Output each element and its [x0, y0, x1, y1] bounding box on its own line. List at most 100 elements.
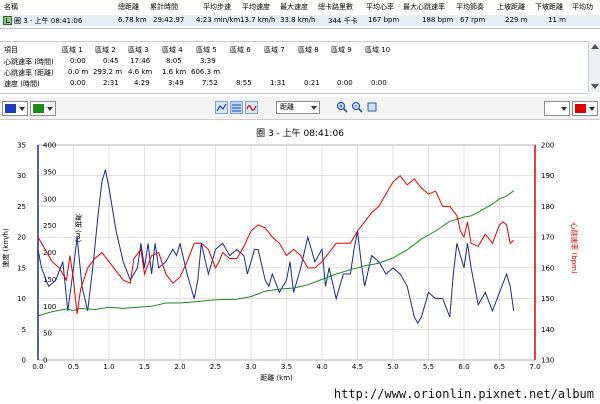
zone-table-header: 項目 區域 1 區域 2 區域 3 區域 4 區域 5 區域 6 區域 7 區域…	[0, 45, 588, 56]
lap-header-distance[interactable]: 總距離	[118, 2, 139, 12]
zone-cell: 3:49	[168, 79, 184, 87]
chart-type-2-icon[interactable]	[230, 101, 243, 114]
x-tick-label: 2.5	[210, 363, 221, 371]
lap-row-icon	[3, 16, 12, 25]
chevron-down-icon	[47, 107, 53, 111]
scroll-up-icon[interactable]	[591, 44, 599, 49]
zone-cell: 1:31	[270, 79, 286, 87]
lap-header-max-speed[interactable]: 最大速度	[280, 2, 308, 12]
x-tick-label: 1.0	[103, 363, 114, 371]
lap-header-pace[interactable]: 平均步速	[203, 2, 231, 12]
y-tick-label: 20	[17, 234, 26, 242]
zone-cell: 7:52	[202, 79, 218, 87]
x-tick-label: 6.5	[494, 363, 505, 371]
zone-cell: 4.6 km	[128, 68, 153, 76]
lap-header-calories[interactable]: 總卡路里數	[318, 2, 353, 12]
lap-distance: 6.78 km	[118, 16, 147, 24]
zone-cell: 0:00	[337, 79, 353, 87]
right-axis-color-picker-2[interactable]	[572, 101, 598, 116]
chart-toolbar: 距離	[0, 97, 600, 120]
y-tick-label: 0	[43, 357, 47, 365]
zone-cell: 8:55	[236, 79, 252, 87]
zone-row[interactable]: 心跳速率 (時間) 0:00 0:45 17:46 8:05 3:39	[0, 57, 588, 68]
zone-cell: 293.2 m	[93, 68, 123, 76]
lap-time: 29:42.97	[153, 16, 185, 24]
zone-cell: 606.3 m	[191, 68, 221, 76]
chevron-down-icon	[561, 107, 567, 111]
x-axis-title: 距離 (km)	[260, 373, 293, 382]
scroll-down-icon[interactable]	[591, 84, 599, 89]
lap-header-time[interactable]: 累計時間	[150, 2, 178, 12]
chart-type-1-icon[interactable]	[215, 101, 228, 114]
zone-header-9[interactable]: 區域 9	[331, 45, 352, 55]
zone-header-item[interactable]: 項目	[4, 45, 18, 55]
x-tick-label: 5.5	[423, 363, 434, 371]
lap-header-max-hr[interactable]: 最大心跳速率	[403, 2, 445, 12]
x-tick-label: 3.5	[281, 363, 292, 371]
color-swatch-green	[33, 104, 44, 113]
zone-row[interactable]: 心跳速率 (距離) 0.0 m 293.2 m 4.6 km 1.6 km 60…	[0, 68, 588, 79]
zone-header-10[interactable]: 區域 10	[365, 45, 390, 55]
left-axis-color-picker-1[interactable]	[2, 101, 28, 116]
zone-cell: 1.6 km	[162, 68, 187, 76]
lap-max-speed: 33.8 km/h	[280, 16, 316, 24]
x-tick-label: 4.0	[316, 363, 327, 371]
zone-cell: 4:29	[134, 79, 150, 87]
zone-header-3[interactable]: 區域 3	[128, 45, 149, 55]
zoom-fit-icon[interactable]	[366, 101, 378, 113]
lap-table: 名稱 總距離 累計時間 平均步速 平均速度 最大速度 總卡路里數 平均心率 最大…	[0, 0, 600, 29]
zone-header-7[interactable]: 區域 7	[264, 45, 285, 55]
zone-cell: 0:00	[70, 79, 86, 87]
lap-header-avg-speed[interactable]: 平均速度	[242, 2, 270, 12]
x-axis-select[interactable]: 距離	[276, 101, 320, 114]
zone-cell: 0:00	[371, 79, 387, 87]
watermark: http://www.orionlin.pixnet.net/album	[333, 387, 594, 401]
lap-descent: 11 m	[548, 16, 566, 24]
y-axis-title: 速度 (km/h)	[1, 228, 10, 268]
lap-row[interactable]: 圈 3 - 上午 08:41:06 6.78 km 29:42.97 4:23 …	[0, 15, 600, 26]
zone-row[interactable]: 速度 (時間) 0:00 2:31 4:29 3:49 7:52 8:55 1:…	[0, 79, 588, 90]
lap-cadence: 67 rpm	[460, 16, 486, 24]
zoom-out-icon[interactable]	[351, 101, 363, 113]
y-tick-label: 25	[17, 203, 26, 211]
zone-cell: 17:46	[130, 57, 151, 65]
lap-header-name[interactable]: 名稱	[4, 2, 18, 12]
zone-cell: 8:05	[166, 57, 182, 65]
zone-row-label: 心跳速率 (距離)	[4, 69, 54, 77]
x-axis-select-value: 距離	[280, 103, 294, 111]
y-tick-label: 35	[17, 142, 26, 150]
y-tick-label: 150	[541, 295, 554, 303]
lap-avg-hr: 167 bpm	[368, 16, 400, 24]
chart-type-3-icon[interactable]	[245, 101, 258, 114]
x-tick-label: 0.0	[32, 363, 43, 371]
lap-name: 圈 3 - 上午 08:41:06	[14, 17, 83, 25]
chart-svg[interactable]: 0.0 0.5 1.0 1.5 2.0 2.5 3.0 3.5 4.0 4.5 5.0 5.5 6.0 6…	[0, 120, 600, 404]
x-tick-label: 5.0	[387, 363, 398, 371]
zone-header-8[interactable]: 區域 8	[298, 45, 319, 55]
zone-header-1[interactable]: 區域 1	[62, 45, 83, 55]
lap-ascent: 229 m	[505, 16, 528, 24]
lap-header-descent[interactable]: 下坡距離	[535, 2, 563, 12]
zone-header-5[interactable]: 區域 5	[196, 45, 217, 55]
zone-header-6[interactable]: 區域 6	[230, 45, 251, 55]
y-tick-label: 15	[17, 264, 26, 272]
lap-header-avg-power[interactable]: 平均功	[572, 2, 593, 12]
y-tick-label: 140	[541, 326, 554, 334]
lap-header-cadence[interactable]: 平均節奏	[456, 2, 484, 12]
x-tick-label: 1.5	[139, 363, 150, 371]
zone-table: 項目 區域 1 區域 2 區域 3 區域 4 區域 5 區域 6 區域 7 區域…	[0, 41, 588, 94]
left-axis-color-picker-2[interactable]	[30, 101, 56, 116]
y-tick-label: 5	[22, 326, 26, 334]
zoom-in-icon[interactable]	[336, 101, 348, 113]
chevron-down-icon	[19, 107, 25, 111]
zone-cell: 0:21	[304, 79, 320, 87]
y-tick-label: 400	[43, 142, 56, 150]
zone-table-scrollbar[interactable]	[588, 41, 600, 92]
lap-header-avg-hr[interactable]: 平均心率	[366, 2, 394, 12]
lap-header-ascent[interactable]: 上坡距離	[497, 2, 525, 12]
zone-header-4[interactable]: 區域 4	[162, 45, 183, 55]
lap-calories: 344 千卡	[328, 17, 358, 25]
right-axis-color-picker-1[interactable]	[544, 101, 570, 116]
y-tick-label: 160	[541, 264, 554, 272]
zone-header-2[interactable]: 區域 2	[95, 45, 116, 55]
